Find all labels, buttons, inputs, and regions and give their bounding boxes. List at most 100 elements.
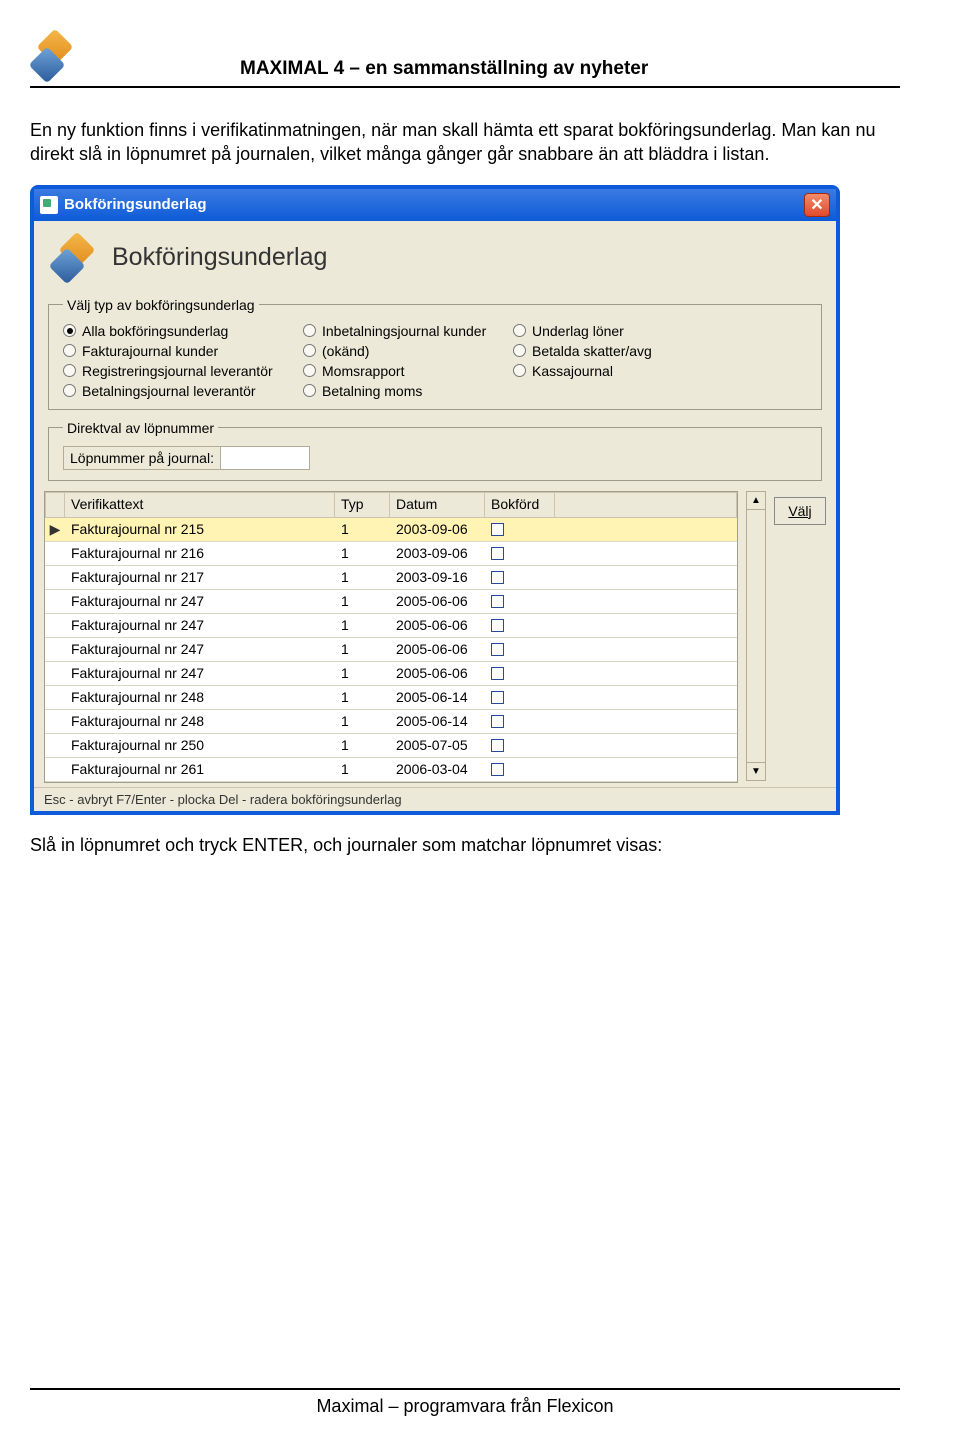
cell-bokford[interactable] [485, 518, 555, 542]
lopnummer-input[interactable] [220, 446, 310, 470]
document-footer: Maximal – programvara från Flexicon [30, 1388, 900, 1417]
cell-bokford[interactable] [485, 566, 555, 590]
table-row[interactable]: ▶Fakturajournal nr 21512003-09-06 [45, 518, 737, 542]
window-title: Bokföringsunderlag [64, 196, 207, 213]
row-marker-icon [45, 710, 65, 734]
content-header: Bokföringsunderlag [34, 221, 836, 287]
radio-icon [513, 364, 526, 377]
scroll-down-icon[interactable]: ▼ [747, 762, 765, 780]
journal-grid: Verifikattext Typ Datum Bokförd ▶Faktura… [44, 491, 738, 783]
checkbox-icon[interactable] [491, 643, 504, 656]
radio-registreringsjournal[interactable]: Registreringsjournal leverantör [63, 363, 293, 379]
radio-betalda-skatter[interactable]: Betalda skatter/avg [513, 343, 713, 359]
checkbox-icon[interactable] [491, 763, 504, 776]
cell-bokford[interactable] [485, 542, 555, 566]
checkbox-icon[interactable] [491, 715, 504, 728]
grid-header-bokford[interactable]: Bokförd [485, 492, 555, 518]
cell-bokford[interactable] [485, 590, 555, 614]
content-heading: Bokföringsunderlag [112, 243, 327, 272]
valj-button[interactable]: Välj [774, 497, 826, 525]
checkbox-icon[interactable] [491, 667, 504, 680]
grid-header-datum[interactable]: Datum [390, 492, 485, 518]
grid-header-typ[interactable]: Typ [335, 492, 390, 518]
table-row[interactable]: Fakturajournal nr 24712005-06-06 [45, 590, 737, 614]
checkbox-icon[interactable] [491, 619, 504, 632]
cell-datum: 2005-06-06 [390, 638, 485, 662]
table-row[interactable]: Fakturajournal nr 24812005-06-14 [45, 710, 737, 734]
radio-betalning-moms[interactable]: Betalning moms [303, 383, 503, 399]
checkbox-icon[interactable] [491, 547, 504, 560]
checkbox-icon[interactable] [491, 691, 504, 704]
intro-paragraph: En ny funktion finns i verifikatinmatnin… [30, 118, 900, 167]
row-marker-icon [45, 590, 65, 614]
checkbox-icon[interactable] [491, 739, 504, 752]
row-marker-icon [45, 734, 65, 758]
table-row[interactable]: Fakturajournal nr 26112006-03-04 [45, 758, 737, 782]
table-row[interactable]: Fakturajournal nr 21612003-09-06 [45, 542, 737, 566]
cell-blank [555, 590, 737, 614]
table-row[interactable]: Fakturajournal nr 24712005-06-06 [45, 638, 737, 662]
checkbox-icon[interactable] [491, 571, 504, 584]
table-row[interactable]: Fakturajournal nr 24812005-06-14 [45, 686, 737, 710]
cell-bokford[interactable] [485, 758, 555, 782]
checkbox-icon[interactable] [491, 523, 504, 536]
radio-icon [63, 364, 76, 377]
cell-bokford[interactable] [485, 734, 555, 758]
table-row[interactable]: Fakturajournal nr 21712003-09-16 [45, 566, 737, 590]
second-paragraph: Slå in löpnumret och tryck ENTER, och jo… [30, 833, 900, 857]
cell-typ: 1 [335, 686, 390, 710]
radio-underlag-loner[interactable]: Underlag löner [513, 323, 713, 339]
cell-datum: 2003-09-06 [390, 518, 485, 542]
checkbox-icon[interactable] [491, 595, 504, 608]
document-title: MAXIMAL 4 – en sammanställning av nyhete… [240, 58, 648, 80]
radio-group-type: Välj typ av bokföringsunderlag Alla bokf… [48, 297, 822, 410]
cell-blank [555, 734, 737, 758]
logo-icon [30, 30, 80, 80]
statusbar: Esc - avbryt F7/Enter - plocka Del - rad… [34, 787, 836, 811]
cell-text: Fakturajournal nr 247 [65, 614, 335, 638]
table-row[interactable]: Fakturajournal nr 24712005-06-06 [45, 662, 737, 686]
radio-icon [303, 384, 316, 397]
radio-alla[interactable]: Alla bokföringsunderlag [63, 323, 293, 339]
cell-typ: 1 [335, 662, 390, 686]
cell-datum: 2005-06-06 [390, 662, 485, 686]
radio-okand[interactable]: (okänd) [303, 343, 503, 359]
row-marker-icon [45, 686, 65, 710]
radio-icon [63, 344, 76, 357]
cell-blank [555, 638, 737, 662]
close-button[interactable]: ✕ [804, 193, 830, 217]
scroll-track[interactable] [747, 510, 765, 762]
row-marker-icon [45, 758, 65, 782]
scroll-up-icon[interactable]: ▲ [747, 492, 765, 510]
row-marker-icon [45, 542, 65, 566]
row-marker-icon [45, 638, 65, 662]
cell-text: Fakturajournal nr 247 [65, 638, 335, 662]
cell-blank [555, 758, 737, 782]
input-label: Löpnummer på journal: [63, 446, 221, 470]
cell-text: Fakturajournal nr 248 [65, 710, 335, 734]
cell-text: Fakturajournal nr 247 [65, 590, 335, 614]
group2-legend: Direktval av löpnummer [63, 420, 218, 436]
document-header: MAXIMAL 4 – en sammanställning av nyhete… [30, 30, 900, 88]
radio-kassajournal[interactable]: Kassajournal [513, 363, 713, 379]
vertical-scrollbar[interactable]: ▲ ▼ [746, 491, 766, 781]
cell-bokford[interactable] [485, 686, 555, 710]
radio-icon [303, 344, 316, 357]
cell-bokford[interactable] [485, 662, 555, 686]
cell-typ: 1 [335, 758, 390, 782]
cell-blank [555, 686, 737, 710]
cell-bokford[interactable] [485, 710, 555, 734]
radio-fakturajournal[interactable]: Fakturajournal kunder [63, 343, 293, 359]
cell-blank [555, 614, 737, 638]
table-row[interactable]: Fakturajournal nr 25012005-07-05 [45, 734, 737, 758]
cell-bokford[interactable] [485, 638, 555, 662]
cell-datum: 2005-06-14 [390, 710, 485, 734]
grid-header-text[interactable]: Verifikattext [65, 492, 335, 518]
cell-typ: 1 [335, 542, 390, 566]
radio-betalningsjournal[interactable]: Betalningsjournal leverantör [63, 383, 293, 399]
radio-momsrapport[interactable]: Momsrapport [303, 363, 503, 379]
cell-bokford[interactable] [485, 614, 555, 638]
radio-inbetalningsjournal[interactable]: Inbetalningsjournal kunder [303, 323, 503, 339]
table-row[interactable]: Fakturajournal nr 24712005-06-06 [45, 614, 737, 638]
close-icon: ✕ [810, 195, 823, 215]
